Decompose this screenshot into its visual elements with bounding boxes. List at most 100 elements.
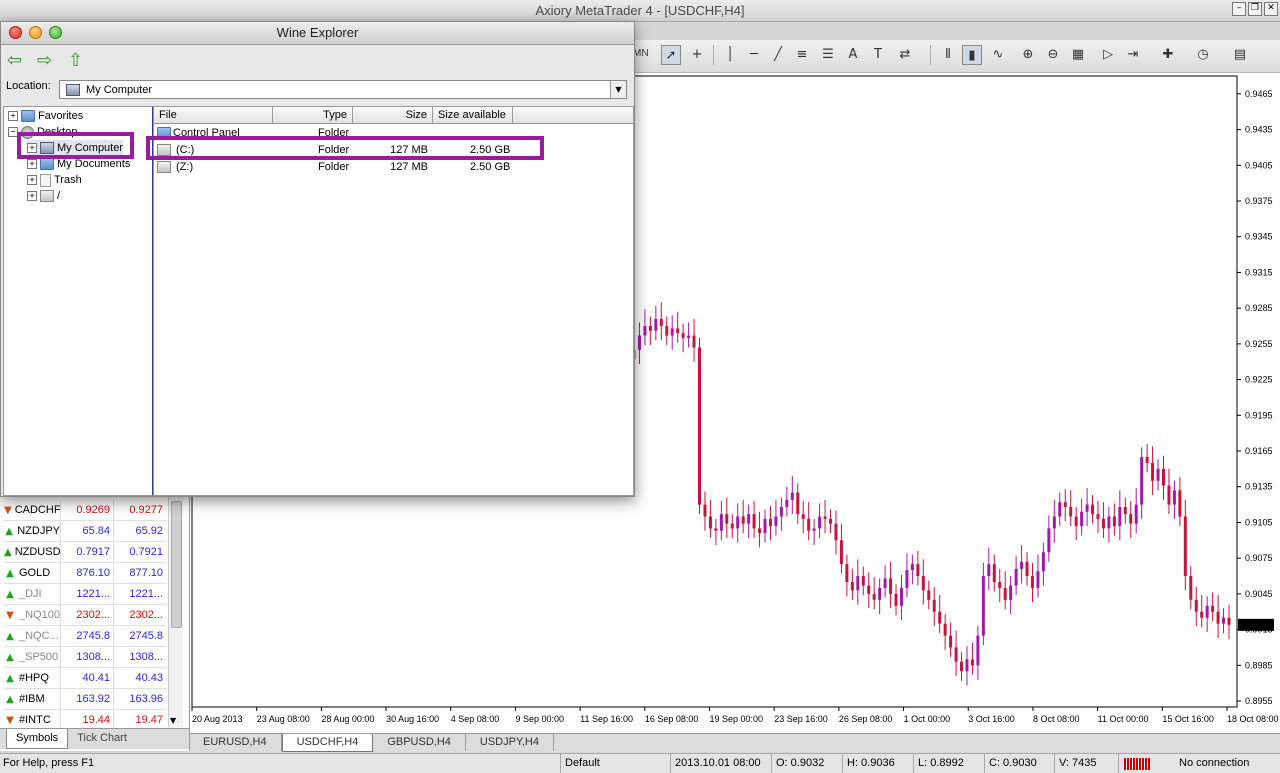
close-icon[interactable]: ✕ bbox=[1264, 2, 1278, 16]
market-watch-row[interactable]: ▲ NZDUSD 0.7917 0.7921 bbox=[4, 542, 166, 563]
status-low: L: 0.8992 bbox=[913, 754, 984, 773]
window-zoom-icon[interactable] bbox=[49, 26, 62, 39]
tree-item-root[interactable]: + / bbox=[27, 188, 60, 204]
candle-body bbox=[736, 516, 740, 529]
status-help: For Help, press F1 bbox=[3, 757, 95, 769]
market-watch-row[interactable]: ▲ _DJI 1221... 1221... bbox=[4, 584, 166, 605]
candle-body bbox=[1091, 504, 1095, 515]
candle-body bbox=[970, 659, 974, 666]
minimize-icon[interactable]: – bbox=[1232, 2, 1246, 16]
bid-cell: 2302... bbox=[60, 605, 113, 625]
candle-body bbox=[1178, 490, 1182, 517]
chart-tab-eurusd[interactable]: EURUSD,H4 bbox=[189, 734, 282, 751]
vertical-line-icon[interactable]: │ bbox=[720, 45, 740, 65]
time-axis-label: 18 Oct 08:00 bbox=[1227, 714, 1279, 724]
candle-body bbox=[1047, 528, 1051, 553]
scrollbar-thumb[interactable] bbox=[171, 501, 182, 628]
bar-chart-icon[interactable]: ⫴ bbox=[938, 45, 958, 65]
trendline-icon[interactable]: ╱ bbox=[768, 45, 788, 65]
status-close: C: 0.9030 bbox=[984, 754, 1055, 773]
crosshair-icon[interactable]: + bbox=[687, 45, 707, 65]
periods-icon[interactable]: ◷ bbox=[1193, 45, 1213, 65]
candlestick-icon[interactable]: ▮ bbox=[962, 45, 982, 65]
up-arrow-icon: ▲ bbox=[6, 588, 14, 600]
folder-icon bbox=[40, 158, 54, 170]
down-arrow-icon: ▼ bbox=[6, 609, 14, 621]
back-arrow-icon[interactable]: ⇦ bbox=[7, 50, 22, 71]
forward-arrow-icon[interactable]: ⇨ bbox=[37, 50, 52, 71]
chart-tabs: EURUSD,H4 USDCHF,H4 GBPUSD,H4 USDJPY,H4 bbox=[189, 733, 1280, 752]
tab-symbols[interactable]: Symbols bbox=[6, 729, 69, 749]
channel-icon[interactable]: ≡ bbox=[792, 45, 812, 65]
arrows-icon[interactable]: ⇄ bbox=[895, 45, 915, 65]
candle-body bbox=[752, 514, 756, 529]
templates-icon[interactable]: ▤ bbox=[1230, 45, 1250, 65]
market-watch-row[interactable]: ▼ CADCHF 0.9269 0.9277 bbox=[4, 500, 166, 521]
chart-tab-usdchf[interactable]: USDCHF,H4 bbox=[281, 734, 374, 752]
expand-icon[interactable]: + bbox=[27, 175, 37, 185]
file-type: Folder bbox=[318, 161, 350, 173]
zoom-out-icon[interactable]: ⊖ bbox=[1043, 45, 1063, 65]
restore-icon[interactable]: ❐ bbox=[1248, 2, 1262, 16]
chart-tab-usdjpy[interactable]: USDJPY,H4 bbox=[466, 734, 554, 751]
tree-item-trash[interactable]: + Trash bbox=[27, 172, 82, 188]
expand-icon[interactable]: + bbox=[27, 159, 37, 169]
candle-body bbox=[1003, 587, 1007, 600]
tree-item-favorites[interactable]: + Favorites bbox=[8, 108, 83, 124]
column-header-file[interactable]: File bbox=[154, 107, 273, 123]
wine-explorer-window: Wine Explorer ⇦ ⇨ ⇧ Location: My Compute… bbox=[0, 21, 635, 497]
scroll-down-arrow-icon[interactable]: ▼ bbox=[170, 716, 176, 725]
candle-body bbox=[1025, 561, 1029, 577]
status-datetime: 2013.10.01 08:00 bbox=[670, 754, 770, 773]
expand-icon[interactable]: + bbox=[8, 111, 18, 121]
timeframe-mn-button[interactable]: MN bbox=[633, 48, 649, 59]
tab-tick-chart[interactable]: Tick Chart bbox=[68, 729, 136, 748]
window-minimize-icon[interactable] bbox=[29, 26, 42, 39]
line-chart-icon[interactable]: ∿ bbox=[988, 45, 1008, 65]
chart-shift-icon[interactable]: ⇥ bbox=[1123, 45, 1143, 65]
text-icon[interactable]: A bbox=[843, 45, 863, 65]
window-close-icon[interactable] bbox=[9, 26, 22, 39]
up-arrow-icon[interactable]: ⇧ bbox=[68, 50, 83, 71]
indicators-icon[interactable]: ✚ bbox=[1158, 45, 1178, 65]
candle-body bbox=[834, 523, 838, 541]
price-axis-label: 0.9195 bbox=[1245, 410, 1273, 420]
location-combobox[interactable]: My Computer ▼ bbox=[59, 80, 627, 99]
zoom-in-icon[interactable]: ⊕ bbox=[1018, 45, 1038, 65]
symbol-cell: ▼ _NQ100 bbox=[4, 605, 60, 625]
column-header-type[interactable]: Type bbox=[273, 107, 353, 123]
bid-cell: 0.7917 bbox=[60, 542, 113, 562]
chart-tab-gbpusd[interactable]: GBPUSD,H4 bbox=[373, 734, 466, 751]
autoscroll-icon[interactable]: ▷ bbox=[1098, 45, 1118, 65]
candle-body bbox=[1036, 571, 1040, 588]
candle-body bbox=[758, 528, 762, 534]
expand-icon[interactable]: + bbox=[27, 191, 37, 201]
file-row-z-drive[interactable]: (Z:) Folder 127 MB 2.50 GB bbox=[154, 159, 633, 175]
column-header-size[interactable]: Size bbox=[353, 107, 433, 123]
candle-body bbox=[1063, 502, 1067, 507]
time-axis-label: 23 Sep 16:00 bbox=[774, 714, 828, 724]
candle-body bbox=[1172, 490, 1176, 505]
market-watch-row[interactable]: ▲ NZDJPY 65.84 65.92 bbox=[4, 521, 166, 542]
candle-body bbox=[807, 518, 811, 531]
chevron-down-icon[interactable]: ▼ bbox=[610, 81, 626, 98]
market-watch-row[interactable]: ▲ #HPQ 40.41 40.43 bbox=[4, 668, 166, 689]
candle-body bbox=[981, 576, 985, 636]
market-watch-row[interactable]: ▲ GOLD 876.10 877.10 bbox=[4, 563, 166, 584]
fibonacci-icon[interactable]: ☰ bbox=[818, 45, 838, 65]
market-watch-scrollbar[interactable]: ▼ bbox=[168, 495, 183, 727]
status-bar: For Help, press F1 Default 2013.10.01 08… bbox=[0, 753, 1280, 773]
candle-body bbox=[867, 585, 871, 594]
column-header-size-available[interactable]: Size available bbox=[433, 107, 513, 123]
bid-cell: 1308... bbox=[60, 647, 113, 667]
market-watch-row[interactable]: ▲ #IBM 163.92 163.96 bbox=[4, 689, 166, 710]
market-watch-row[interactable]: ▲ _NQC... 2745.8 2745.8 bbox=[4, 626, 166, 647]
candle-body bbox=[1151, 462, 1155, 481]
tile-windows-icon[interactable]: ▦ bbox=[1068, 45, 1088, 65]
horizontal-line-icon[interactable]: ─ bbox=[744, 45, 764, 65]
market-watch-row[interactable]: ▲ _SP500 1308... 1308... bbox=[4, 647, 166, 668]
label-icon[interactable]: T bbox=[868, 45, 888, 65]
up-arrow-icon: ▲ bbox=[4, 546, 12, 558]
market-watch-row[interactable]: ▼ _NQ100 2302... 2302... bbox=[4, 605, 166, 626]
cursor-icon[interactable]: ➚ bbox=[661, 45, 681, 65]
